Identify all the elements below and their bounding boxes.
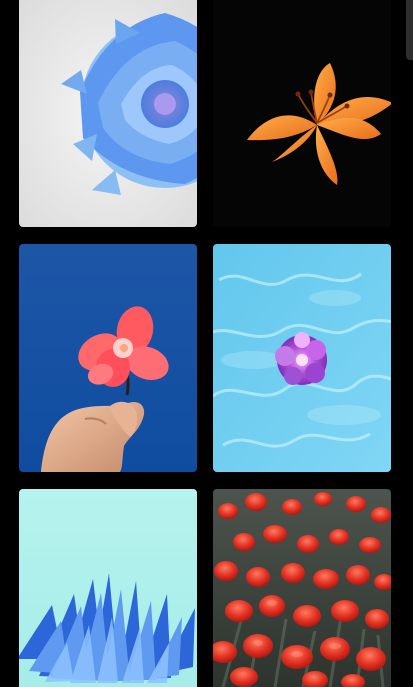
gallery-image-orange-lily[interactable] bbox=[213, 0, 391, 227]
flower-water-image bbox=[213, 244, 391, 472]
photo-gallery-screen bbox=[0, 0, 413, 687]
gallery-image-flower-on-water[interactable] bbox=[213, 244, 391, 472]
gallery-image-blue-dahlia[interactable] bbox=[19, 0, 197, 227]
red-flower-hand-image bbox=[19, 244, 197, 472]
red-tulips-image bbox=[213, 489, 391, 687]
gallery-image-red-tulips[interactable] bbox=[213, 489, 391, 687]
gallery-image-blue-chrysanthemum[interactable] bbox=[19, 489, 197, 687]
blue-dahlia-image bbox=[19, 0, 197, 227]
gallery-image-red-flower-in-hand[interactable] bbox=[19, 244, 197, 472]
vertical-scrollbar[interactable] bbox=[406, 0, 413, 60]
photo-grid bbox=[0, 0, 413, 687]
blue-chrysanthemum-image bbox=[19, 489, 197, 687]
orange-lily-image bbox=[213, 0, 391, 227]
